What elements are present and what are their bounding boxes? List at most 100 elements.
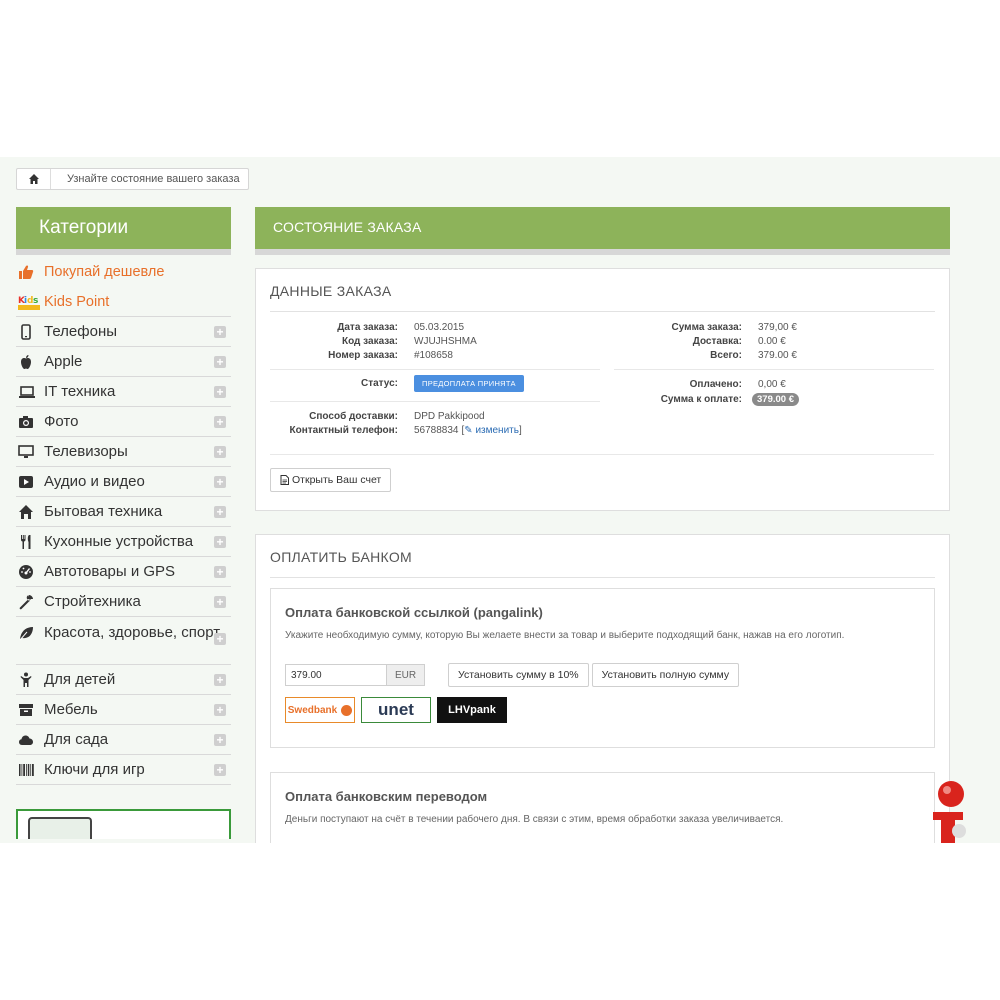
sidebar-item-label: Телевизоры <box>44 443 128 460</box>
apple-icon <box>18 353 42 371</box>
sidebar-item-label: Мебель <box>44 701 98 718</box>
sidebar-item-garden[interactable]: Для сада + <box>16 725 231 755</box>
lhv-button[interactable]: LHVpank <box>437 697 507 723</box>
amount-due-badge: 379.00 € <box>752 393 799 406</box>
sidebar-item-appliances[interactable]: Бытовая техника + <box>16 497 231 527</box>
sidebar-item-furniture[interactable]: Мебель + <box>16 695 231 725</box>
expand-plus-icon[interactable]: + <box>214 763 226 776</box>
amount-due-label: Сумма к оплате: <box>660 394 742 405</box>
divider <box>614 369 934 370</box>
order-sum-label: Сумма заказа: <box>671 322 742 333</box>
open-invoice-button[interactable]: Открыть Ваш счет <box>270 468 392 492</box>
shipping-value: 0.00 € <box>758 336 786 347</box>
breadcrumb-current: Узнайте состояние вашего заказа <box>67 173 240 185</box>
sidebar-item-audio-video[interactable]: Аудио и видео + <box>16 467 231 497</box>
expand-plus-icon[interactable]: + <box>214 505 226 518</box>
camera-icon <box>18 413 42 431</box>
sidebar-item-kids[interactable]: Для детей + <box>16 665 231 695</box>
cutlery-icon <box>18 533 42 551</box>
amount-input[interactable] <box>285 664 387 686</box>
phone-icon <box>18 323 42 341</box>
wrench-icon <box>18 593 42 611</box>
category-list: Покупай дешевле Kids Kids Point Телефоны… <box>16 257 231 785</box>
expand-plus-icon[interactable]: + <box>214 595 226 608</box>
order-data-panel: ДАННЫЕ ЗАКАЗА Дата заказа: 05.03.2015 Код… <box>255 268 950 511</box>
dashboard-icon <box>18 563 42 581</box>
document-icon <box>280 475 289 485</box>
expand-plus-icon[interactable]: + <box>214 475 226 488</box>
amount-row: EUR Установить сумму в 10% Установить по… <box>285 663 920 687</box>
home-icon[interactable] <box>17 169 51 189</box>
currency-addon: EUR <box>387 664 425 686</box>
sidebar-item-photo[interactable]: Фото + <box>16 407 231 437</box>
order-date-label: Дата заказа: <box>337 322 398 333</box>
expand-plus-icon[interactable]: + <box>214 355 226 368</box>
sidebar-item-promo-cheaper[interactable]: Покупай дешевле <box>16 257 231 287</box>
sidebar-item-label: Телефоны <box>44 323 118 340</box>
paid-value: 0,00 € <box>758 379 786 390</box>
expand-plus-icon[interactable]: + <box>214 565 226 578</box>
svg-text:s: s <box>33 296 38 306</box>
page-title: СОСТОЯНИЕ ЗАКАЗА <box>255 207 950 255</box>
sidebar-item-auto[interactable]: Автотовары и GPS + <box>16 557 231 587</box>
expand-plus-icon[interactable]: + <box>214 415 226 428</box>
expand-plus-icon[interactable]: + <box>214 325 226 338</box>
change-phone-link[interactable]: ✎ изменить <box>464 425 519 436</box>
sidebar-item-phones[interactable]: Телефоны + <box>16 317 231 347</box>
sidebar-item-label: Стройтехника <box>44 593 141 610</box>
expand-plus-icon[interactable]: + <box>214 445 226 458</box>
sidebar-item-kitchen[interactable]: Кухонные устройства + <box>16 527 231 557</box>
shipping-label: Доставка: <box>692 336 742 347</box>
order-number-value: #108658 <box>414 350 453 361</box>
order-data-title: ДАННЫЕ ЗАКАЗА <box>270 283 935 312</box>
sidebar-item-game-keys[interactable]: Ключи для игр + <box>16 755 231 785</box>
monitor-icon <box>18 443 42 461</box>
sidebar-item-label: IT техника <box>44 383 116 400</box>
expand-plus-icon[interactable]: + <box>214 633 226 645</box>
bank-payment-title: ОПЛАТИТЬ БАНКОМ <box>270 549 935 578</box>
pencil-icon: ✎ <box>464 425 473 436</box>
info-help-icon[interactable] <box>928 779 968 843</box>
order-sum-value: 379,00 € <box>758 322 797 333</box>
swedbank-button[interactable]: Swedbank <box>285 697 355 723</box>
sidebar-item-tv[interactable]: Телевизоры + <box>16 437 231 467</box>
expand-plus-icon[interactable]: + <box>214 385 226 398</box>
sidebar-item-tools[interactable]: Стройтехника + <box>16 587 231 617</box>
bank-transfer-title: Оплата банковским переводом <box>285 789 488 804</box>
change-phone-label: изменить <box>475 425 519 436</box>
sidebar-item-label: Кухонные устройства <box>44 533 194 550</box>
kids-point-logo: Kids <box>18 293 42 311</box>
barcode-icon <box>18 761 42 779</box>
sidebar-item-beauty[interactable]: Красота, здоровье, спорт + <box>16 617 231 665</box>
child-icon <box>18 671 42 689</box>
expand-plus-icon[interactable]: + <box>214 733 226 746</box>
sidebar-item-kids-point[interactable]: Kids Kids Point <box>16 287 231 317</box>
unet-button[interactable]: unet <box>361 697 431 723</box>
banner-badge-logo <box>28 817 92 839</box>
total-label: Всего: <box>710 350 742 361</box>
expand-plus-icon[interactable]: + <box>214 703 226 716</box>
laptop-icon <box>18 383 42 401</box>
phone-value: 56788834 <box>414 425 459 436</box>
status-label: Статус: <box>360 378 398 389</box>
set-full-amount-button[interactable]: Установить полную сумму <box>591 663 740 687</box>
main-content: СОСТОЯНИЕ ЗАКАЗА ДАННЫЕ ЗАКАЗА Дата зака… <box>255 207 950 843</box>
pangalink-box: Оплата банковской ссылкой (pangalink) Ук… <box>270 588 935 748</box>
expand-plus-icon[interactable]: + <box>214 673 226 686</box>
sidebar: Категории Покупай дешевле Kids Kids Poin… <box>16 207 231 839</box>
swedbank-label: Swedbank <box>287 704 338 716</box>
expand-plus-icon[interactable]: + <box>214 535 226 548</box>
bank-transfer-description: Деньги поступают на счёт в течении рабоч… <box>285 814 784 825</box>
set-10-percent-label: Установить сумму в 10% <box>458 669 579 681</box>
archive-icon <box>18 701 42 719</box>
sidebar-item-label: Покупай дешевле <box>44 264 165 280</box>
play-icon <box>18 473 42 491</box>
sidebar-item-apple[interactable]: Apple + <box>16 347 231 377</box>
sidebar-item-it[interactable]: IT техника + <box>16 377 231 407</box>
pangalink-description: Укажите необходимую сумму, которую Вы же… <box>285 630 845 641</box>
sidebar-banner[interactable] <box>16 809 231 839</box>
set-full-amount-label: Установить полную сумму <box>601 669 730 681</box>
order-number-label: Номер заказа: <box>328 350 398 361</box>
set-10-percent-button[interactable]: Установить сумму в 10% <box>448 663 589 687</box>
categories-title: Категории <box>16 207 231 255</box>
